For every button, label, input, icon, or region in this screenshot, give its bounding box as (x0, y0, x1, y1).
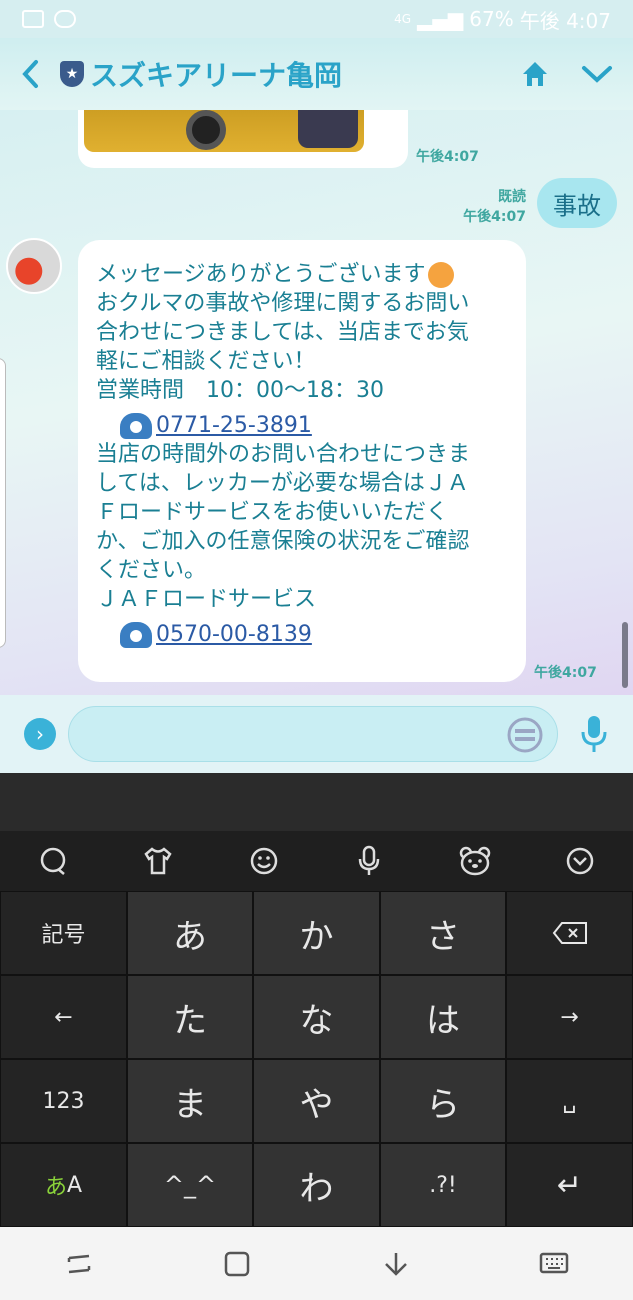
status-notifications (22, 10, 76, 28)
key-ya[interactable]: や (253, 1059, 380, 1143)
back-arrow-icon (384, 1252, 407, 1276)
reply-body: おクルマの事故や修理に関するお問い 合わせにつきましては、当店までお気 軽にご相… (96, 291, 470, 403)
chevron-right-icon: › (36, 722, 44, 746)
person-photo (298, 110, 358, 148)
expand-menu-button[interactable]: › (24, 718, 56, 750)
key-ta[interactable]: た (127, 975, 253, 1059)
mic-icon[interactable] (580, 714, 608, 754)
key-ka[interactable]: か (253, 891, 380, 975)
telephone-icon (120, 412, 152, 439)
chat-header: ★ スズキアリーナ亀岡 (0, 38, 633, 110)
menu-toggle-button[interactable] (581, 64, 613, 84)
key-enter[interactable]: ↵ (506, 1143, 633, 1227)
key-symbols[interactable]: 記号 (0, 891, 127, 975)
car-wheel (186, 110, 226, 150)
back-nav-button[interactable] (376, 1244, 416, 1284)
verified-shield-icon: ★ (60, 61, 84, 87)
chevron-left-icon (22, 60, 38, 88)
key-ra[interactable]: ら (380, 1059, 506, 1143)
key-left-arrow[interactable]: ← (0, 975, 127, 1059)
sticker-icon[interactable] (507, 717, 543, 753)
key-language[interactable]: あA (0, 1143, 127, 1227)
read-receipt: 既読 (498, 189, 526, 205)
avatar[interactable] (6, 238, 62, 294)
network-indicator: 4G (394, 12, 412, 26)
status-time: 午後 4:07 (519, 8, 611, 33)
reply-time: 午後4:07 (534, 665, 597, 681)
key-punctuation[interactable]: .?! (380, 1143, 506, 1227)
home-button[interactable] (519, 58, 551, 90)
keyboard-switch-button[interactable] (534, 1244, 574, 1284)
recents-icon (67, 1254, 91, 1273)
key-right-arrow[interactable]: → (506, 975, 633, 1059)
key-na[interactable]: な (253, 975, 380, 1059)
recents-button[interactable] (59, 1244, 99, 1284)
image-notification-icon (22, 10, 44, 28)
keyboard-spacer (0, 773, 633, 831)
telephone-icon (120, 621, 152, 648)
home-nav-button[interactable] (217, 1244, 257, 1284)
phone-link-2[interactable]: 0570-00-8139 (156, 620, 312, 649)
chat-scrollbar[interactable] (622, 622, 628, 688)
key-space[interactable]: ␣ (506, 1059, 633, 1143)
key-numbers[interactable]: 123 (0, 1059, 127, 1143)
keyboard-collapse-icon[interactable] (563, 844, 597, 878)
key-sa[interactable]: さ (380, 891, 506, 975)
cast-notification-icon (54, 10, 76, 28)
signal-icon: ▂▄▆ (417, 7, 464, 31)
keyboard-icon (539, 1252, 569, 1273)
voice-input-icon[interactable] (352, 844, 386, 878)
lang-alpha: A (66, 1172, 83, 1198)
phone-link-1[interactable]: 0771-25-3891 (156, 411, 312, 440)
reply-message-bubble[interactable]: メッセージありがとうございます おクルマの事故や修理に関するお問い 合わせにつき… (78, 240, 526, 682)
chat-area[interactable]: 午後4:07 既読 午後4:07 事故 メッセージありがとうございます おクルマ… (0, 110, 633, 695)
keyboard-toolbar (0, 831, 633, 891)
image-message-time: 午後4:07 (416, 149, 479, 165)
my-message-bubble[interactable]: 事故 (537, 178, 617, 228)
message-input-bar: › (0, 695, 633, 773)
chat-icon[interactable] (36, 844, 70, 878)
backspace-icon (552, 922, 587, 944)
my-message-time: 午後4:07 (463, 209, 526, 225)
reply-body-2: 当店の時間外のお問い合わせにつきま しては、レッカーが必要な場合はＪＡ Ｆロード… (96, 442, 471, 612)
lang-hiragana: あ (44, 1175, 67, 1200)
bear-icon[interactable] (458, 844, 492, 878)
keyboard-keys: 記号 あ か さ ← た な は → 123 ま や ら ␣ あA ^_^ わ … (0, 891, 633, 1227)
back-button[interactable] (0, 38, 60, 110)
key-wa[interactable]: わ (253, 1143, 380, 1227)
smile-emoji-icon (427, 262, 454, 288)
key-emoticon[interactable]: ^_^ (127, 1143, 253, 1227)
home-icon (523, 62, 547, 86)
status-bar: 4G ▂▄▆ 67% 午後 4:07 (0, 0, 633, 38)
chat-title: スズキアリーナ亀岡 (90, 59, 343, 92)
side-panel-handle[interactable] (0, 358, 6, 648)
smiley-icon[interactable] (247, 844, 281, 878)
home-square-icon (225, 1251, 250, 1276)
chevron-down-icon (582, 66, 612, 83)
system-nav-bar (0, 1227, 633, 1300)
reply-line-1: メッセージありがとうございます (96, 260, 510, 289)
message-input[interactable] (68, 706, 558, 762)
shirt-icon[interactable] (141, 844, 175, 878)
key-a[interactable]: あ (127, 891, 253, 975)
key-backspace[interactable] (506, 891, 633, 975)
key-ma[interactable]: ま (127, 1059, 253, 1143)
phone-line-2: 0570-00-8139 (120, 620, 510, 649)
key-ha[interactable]: は (380, 975, 506, 1059)
phone-line-1: 0771-25-3891 (120, 411, 510, 440)
image-message[interactable] (78, 110, 408, 168)
battery-percent: 67% (469, 7, 514, 31)
